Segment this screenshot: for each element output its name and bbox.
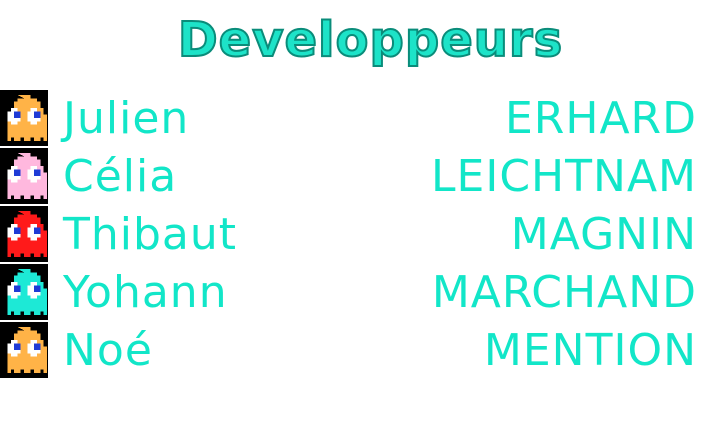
first-name: Julien [63,93,190,144]
first-name: Célia [63,151,178,202]
orange-ghost-icon [0,322,48,378]
cyan-ghost-icon [0,264,48,320]
last-name: ERHARD [504,93,697,144]
last-name: MAGNIN [510,209,697,260]
developer-row: Célia LEICHTNAM [0,148,701,206]
red-ghost-icon [0,206,48,262]
orange-ghost-icon [0,90,48,146]
last-name: MENTION [483,325,697,376]
last-name: MARCHAND [431,267,697,318]
pink-ghost-icon [0,148,48,204]
developer-row: Noé MENTION [0,322,701,380]
developer-list: Julien ERHARD Célia LEICHTNAM Thibaut MA… [0,90,701,380]
developer-row: Julien ERHARD [0,90,701,148]
first-name: Noé [63,325,153,376]
first-name: Thibaut [63,209,238,260]
developer-row: Yohann MARCHAND [0,264,701,322]
first-name: Yohann [63,267,228,318]
last-name: LEICHTNAM [431,151,697,202]
page-title: Developpeurs [177,11,564,69]
developer-row: Thibaut MAGNIN [0,206,701,264]
